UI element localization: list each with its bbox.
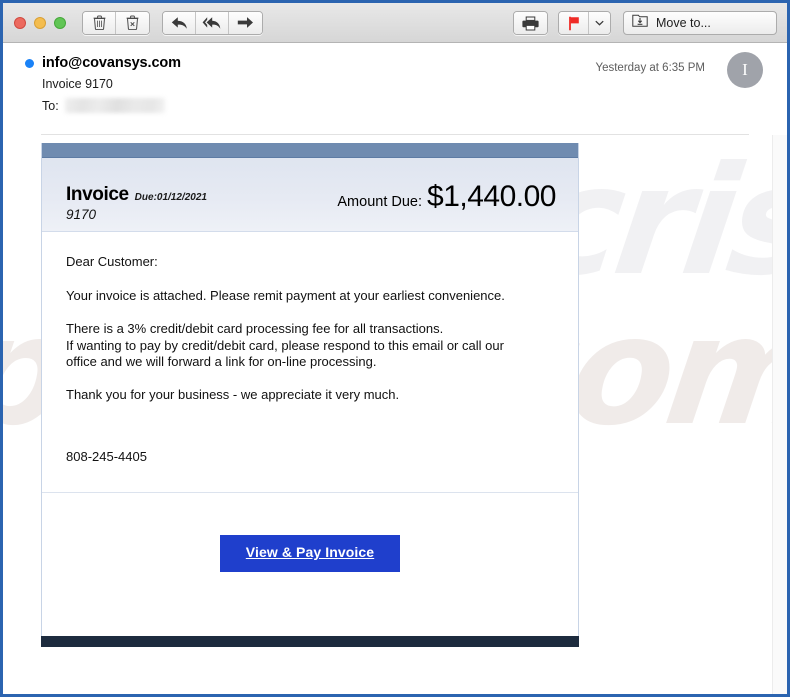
delete-group <box>82 10 150 35</box>
zoom-window-button[interactable] <box>54 16 66 29</box>
reply-all-button[interactable] <box>196 11 229 34</box>
message-scrollbar[interactable] <box>772 135 787 694</box>
chevron-down-icon <box>595 20 604 26</box>
paragraph-fee: There is a 3% credit/debit card processi… <box>66 321 554 371</box>
junk-button[interactable] <box>116 11 149 34</box>
invoice-bottom-accent-bar <box>41 636 579 647</box>
red-flag-icon <box>568 16 580 31</box>
recipient-redacted-value <box>64 98 165 113</box>
invoice-amount-block: Amount Due: $1,440.00 <box>337 180 556 214</box>
paragraph-fee-line-2: If wanting to pay by credit/debit card, … <box>66 337 504 353</box>
amount-due-value: $1,440.00 <box>427 180 556 213</box>
forward-button[interactable] <box>229 11 262 34</box>
view-and-pay-invoice-label: View & Pay Invoice <box>245 544 375 560</box>
reply-button[interactable] <box>163 11 196 34</box>
print-button[interactable] <box>514 12 547 34</box>
toolbar-right-group: Move to... <box>513 11 777 35</box>
invoice-due-date: Due:01/12/2021 <box>134 192 207 203</box>
message-timestamp: Yesterday at 6:35 PM <box>595 62 705 74</box>
reply-arrow-icon <box>171 16 188 30</box>
greeting-text: Dear Customer: <box>66 254 158 269</box>
paragraph-remit: Your invoice is attached. Please remit p… <box>66 287 505 303</box>
flag-dropdown-button[interactable] <box>589 12 610 34</box>
printer-icon <box>522 16 539 31</box>
minimize-window-button[interactable] <box>34 16 46 29</box>
recipient-label: To: <box>42 98 59 113</box>
flag-button[interactable] <box>559 12 589 34</box>
mail-message-window: Move to... info@covansys.com Invoice 917… <box>0 0 790 697</box>
sender-address[interactable]: info@covansys.com <box>42 55 181 71</box>
paragraph-fee-line-3: office and we will forward a link for on… <box>66 354 377 369</box>
trash-icon <box>93 15 106 30</box>
paragraph-fee-line-1: There is a 3% credit/debit card processi… <box>66 321 444 336</box>
contact-phone: 808-245-4405 <box>66 449 147 464</box>
invoice-card: Invoice Due:01/12/2021 9170 Amount Due: … <box>41 143 579 647</box>
invoice-number: 9170 <box>66 207 97 222</box>
print-group <box>513 11 548 35</box>
close-window-button[interactable] <box>14 16 26 29</box>
window-controls <box>14 16 66 29</box>
unread-indicator-icon[interactable] <box>25 58 34 68</box>
message-body: pcrisk pcrisk.com Invoice Due:01/12/2021… <box>3 135 787 694</box>
view-and-pay-invoice-button[interactable]: View & Pay Invoice <box>219 535 401 572</box>
invoice-top-accent-bar <box>42 143 578 158</box>
invoice-body: Dear Customer: Your invoice is attached.… <box>42 232 578 492</box>
move-to-folder-icon <box>632 13 648 33</box>
message-subject: Invoice 9170 <box>42 77 113 91</box>
cta-zone: View & Pay Invoice <box>42 493 578 636</box>
invoice-title-line: Invoice Due:01/12/2021 <box>66 184 207 206</box>
invoice-identity: Invoice Due:01/12/2021 9170 <box>66 184 207 222</box>
paragraph-thanks: Thank you for your business - we appreci… <box>66 386 400 402</box>
toolbar: Move to... <box>3 3 787 43</box>
reply-all-arrow-icon <box>202 16 222 30</box>
message-header: info@covansys.com Invoice 9170 To: Yeste… <box>3 43 787 135</box>
recipient-row: To: <box>42 98 787 113</box>
forward-arrow-icon <box>237 16 254 29</box>
delete-button[interactable] <box>83 11 116 34</box>
flag-group <box>558 11 611 35</box>
move-to-button[interactable]: Move to... <box>623 11 777 35</box>
invoice-title: Invoice <box>66 184 129 205</box>
move-to-label: Move to... <box>656 16 711 30</box>
avatar: I <box>727 52 763 88</box>
invoice-header: Invoice Due:01/12/2021 9170 Amount Due: … <box>42 158 578 232</box>
amount-due-label: Amount Due: <box>337 194 423 210</box>
reply-group <box>162 10 263 35</box>
junk-trash-icon <box>126 15 139 30</box>
